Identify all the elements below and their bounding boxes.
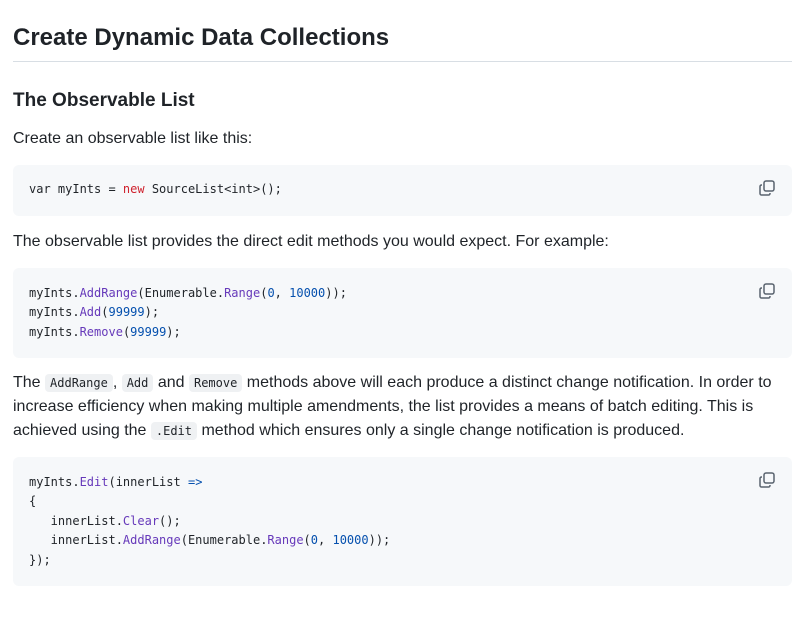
- code-number: 0: [267, 286, 275, 300]
- code-line: myInts.AddRange(Enumerable.Range(0, 1000…: [29, 284, 776, 303]
- code-token: (innerList: [108, 475, 188, 489]
- code-number: 0: [310, 533, 319, 548]
- code-token: myInts.: [29, 324, 80, 339]
- inline-code: Add: [121, 374, 154, 392]
- code-line: myInts.Remove(99999);: [29, 323, 776, 342]
- code-number: 99999: [130, 324, 167, 339]
- text-run: method which ensures only a single chang…: [197, 422, 685, 439]
- code-line: {: [29, 494, 37, 509]
- code-block-edit-methods[interactable]: myInts.AddRange(Enumerable.Range(0, 1000…: [13, 268, 792, 358]
- code-method: AddRange: [122, 533, 181, 548]
- copy-icon[interactable]: [758, 471, 776, 489]
- code-method: Clear: [122, 513, 160, 528]
- code-method: Range: [267, 533, 304, 548]
- code-number: 99999: [108, 305, 145, 320]
- page-title: Create Dynamic Data Collections: [13, 0, 792, 62]
- code-line: var myInts = new SourceList<int>();: [29, 180, 776, 199]
- code-method: AddRange: [79, 286, 138, 300]
- inline-code: .Edit: [150, 422, 197, 440]
- code-token: myInts.: [29, 286, 80, 300]
- code-method: Edit: [79, 475, 109, 489]
- inline-code: Remove: [188, 374, 243, 392]
- code-block-create[interactable]: var myInts = new SourceList<int>();: [13, 165, 792, 216]
- code-token: var myInts =: [29, 182, 123, 196]
- code-token: ));: [368, 533, 391, 548]
- code-keyword: new: [122, 182, 145, 196]
- text-run: ,: [112, 374, 122, 391]
- code-line: myInts.Add(99999);: [29, 303, 776, 322]
- intro-paragraph: Create an observable list like this:: [13, 130, 253, 147]
- text-run: The: [13, 374, 46, 391]
- code-token: innerList.: [29, 513, 123, 528]
- code-token: myInts.: [29, 305, 80, 320]
- code-token: ,: [274, 286, 290, 300]
- code-line: innerList.Clear();: [29, 512, 776, 531]
- page: Create Dynamic Data Collections The Obse…: [0, 0, 800, 586]
- copy-icon[interactable]: [758, 179, 776, 197]
- code-operator: =>: [187, 475, 203, 489]
- code-method: Remove: [79, 324, 123, 339]
- code-line: });: [29, 552, 51, 567]
- code-token: ));: [325, 286, 347, 300]
- code-token: (Enumerable.: [137, 286, 225, 300]
- code-method: Range: [224, 286, 261, 300]
- copy-icon[interactable]: [758, 282, 776, 300]
- code-method: Add: [79, 305, 102, 320]
- edit-methods-paragraph: The observable list provides the direct …: [13, 233, 609, 250]
- code-token: ();: [159, 513, 181, 528]
- code-line: innerList.AddRange(Enumerable.Range(0, 1…: [29, 531, 776, 550]
- inline-code: AddRange: [45, 374, 113, 392]
- code-block-batch-edit[interactable]: myInts.Edit(innerList =>{ innerList.Clea…: [13, 457, 792, 586]
- code-token: (: [101, 305, 109, 320]
- code-number: 10000: [289, 286, 326, 300]
- text-run: and: [153, 374, 189, 391]
- code-token: innerList.: [29, 533, 123, 548]
- code-token: ,: [318, 533, 333, 548]
- code-number: 10000: [332, 533, 369, 548]
- code-line: myInts.Edit(innerList =>: [29, 473, 776, 492]
- code-token: myInts.: [29, 475, 80, 489]
- batch-edit-paragraph: The AddRange, Add and Remove methods abo…: [13, 371, 792, 443]
- code-token: );: [166, 324, 181, 339]
- code-token: SourceList<int>();: [144, 182, 282, 196]
- code-token: );: [144, 305, 160, 320]
- code-token: (Enumerable.: [180, 533, 268, 548]
- section-heading: The Observable List: [13, 90, 195, 111]
- code-token: (: [303, 533, 311, 548]
